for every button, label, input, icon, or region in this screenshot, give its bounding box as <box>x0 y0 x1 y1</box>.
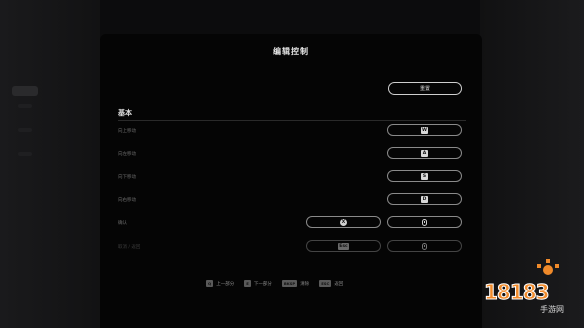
mouse-right-icon <box>422 242 427 250</box>
section-title: 基本 <box>118 109 132 117</box>
key-d-icon: D <box>421 195 428 203</box>
mouse-left-icon <box>422 218 427 226</box>
hint-back[interactable]: ESC 返回 <box>319 280 343 287</box>
hint-clear[interactable]: BKSP 清除 <box>281 280 310 287</box>
key-w-icon: W <box>421 126 428 134</box>
key-esc-icon: ESC <box>319 280 332 287</box>
row-label-cancel: 取消 / 返回 <box>118 245 141 250</box>
background-menu-item <box>18 152 32 156</box>
background-left-menu <box>0 0 100 328</box>
binding-confirm-mouse-button[interactable] <box>387 216 462 228</box>
watermark-text: 18183 <box>484 280 551 305</box>
key-a-icon: A <box>421 149 428 157</box>
key-q-icon: Q <box>206 280 214 287</box>
binding-cancel-mouse-button[interactable] <box>387 240 462 252</box>
hint-label: 清除 <box>300 281 310 287</box>
hint-label: 下一部分 <box>253 281 272 287</box>
binding-confirm-gamepad-button[interactable]: X <box>306 216 381 228</box>
hint-label: 上一部分 <box>216 281 235 287</box>
key-s-icon: S <box>421 172 428 180</box>
key-bksp-icon: BKSP <box>281 280 298 287</box>
binding-move-up-button[interactable]: W <box>387 124 462 136</box>
row-label-move-down: 向下移动 <box>118 175 136 180</box>
binding-cancel-key-button[interactable]: Esc <box>306 240 381 252</box>
hint-previous-section[interactable]: Q 上一部分 <box>206 280 234 287</box>
reset-button[interactable]: 重置 <box>388 82 462 95</box>
row-label-move-left: 向左移动 <box>118 152 136 157</box>
row-label-move-right: 向右移动 <box>118 198 136 203</box>
gamepad-x-icon: X <box>340 218 347 226</box>
background-menu-item <box>18 104 32 108</box>
hint-label: 返回 <box>334 281 344 287</box>
sun-icon <box>543 265 553 275</box>
watermark-subtext: 手游网 <box>540 305 564 314</box>
key-esc-icon: Esc <box>338 242 349 250</box>
hint-next-section[interactable]: E 下一部分 <box>244 280 272 287</box>
row-label-move-up: 向上移动 <box>118 129 136 134</box>
binding-move-left-button[interactable]: A <box>387 147 462 159</box>
binding-move-down-button[interactable]: S <box>387 170 462 182</box>
key-e-icon: E <box>244 280 251 287</box>
row-label-confirm: 确认 <box>118 221 127 226</box>
footer-hints: Q 上一部分 E 下一部分 BKSP 清除 ESC 返回 <box>206 280 343 287</box>
page-title: 编辑控制 <box>273 47 309 56</box>
background-menu-item <box>18 128 32 132</box>
binding-move-right-button[interactable]: D <box>387 193 462 205</box>
section-divider <box>118 120 466 121</box>
background-menu-item <box>12 86 38 96</box>
